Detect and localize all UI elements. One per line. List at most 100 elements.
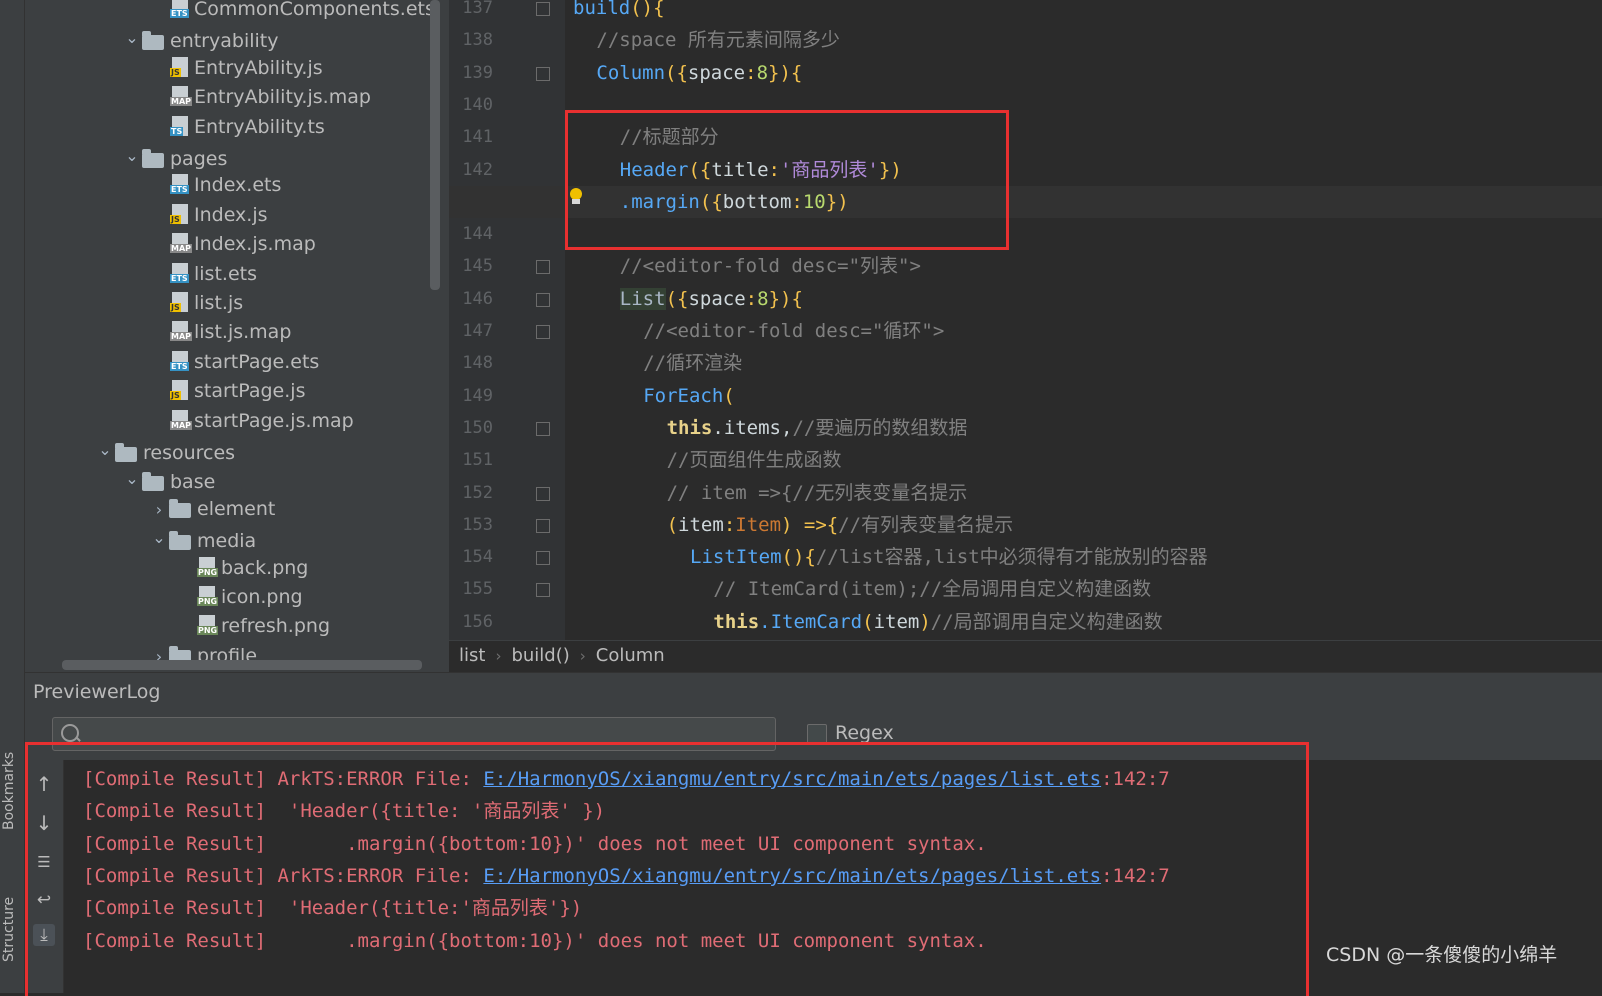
tree-horizontal-scrollbar[interactable]: [62, 660, 422, 670]
code-token: }){: [768, 287, 803, 310]
tree-folder[interactable]: ⌄ resources: [95, 435, 235, 465]
code-token: item: [873, 610, 920, 633]
tree-file[interactable]: JS Index.js: [149, 200, 268, 230]
tree-folder[interactable]: ⌄ base: [122, 464, 215, 494]
file-type-tag: ETS: [170, 9, 189, 18]
chevron-down-icon[interactable]: ⌄: [95, 435, 115, 465]
code-line[interactable]: // item =>{//无列表变量名提示: [449, 477, 1602, 509]
file-type-tag: PNG: [197, 567, 219, 577]
chevron-right-icon[interactable]: ›: [149, 495, 169, 525]
code-token: Column: [596, 61, 666, 84]
tree-file[interactable]: JS EntryAbility.js: [149, 53, 323, 83]
file-type-tag: MAP: [170, 420, 193, 430]
breadcrumb-item-component[interactable]: Column: [596, 641, 665, 671]
folder-icon: [142, 31, 164, 51]
tree-file[interactable]: JS list.js: [149, 288, 243, 318]
breadcrumb-item-file[interactable]: list: [459, 641, 485, 671]
code-line[interactable]: //<editor-fold desc="循环">: [449, 315, 1602, 347]
tree-file[interactable]: MAP EntryAbility.js.map: [149, 82, 371, 112]
code-token: :: [745, 287, 758, 310]
code-line[interactable]: ListItem(){//list容器,list中必须得有才能放别的容器: [449, 541, 1602, 573]
tree-file[interactable]: ETS list.ets: [149, 259, 257, 289]
code-token: item: [678, 513, 724, 536]
file-js-icon: JS: [170, 203, 188, 224]
folder-icon: [169, 531, 191, 551]
code-line[interactable]: build(){: [449, 0, 1602, 24]
chevron-down-icon[interactable]: ⌄: [122, 23, 142, 53]
file-ets-icon: ETS: [170, 174, 189, 195]
file-map-icon: MAP: [170, 409, 193, 430]
code-token: (){: [630, 0, 665, 19]
tree-folder[interactable]: ⌄ media: [149, 523, 256, 553]
tree-file[interactable]: PNG icon.png: [176, 582, 303, 612]
structure-tab[interactable]: Structure: [1, 872, 23, 962]
tree-file[interactable]: MAP list.js.map: [149, 317, 291, 347]
tree-file[interactable]: ETS CommonComponents.ets: [149, 0, 435, 24]
code-token: //space 所有元素间隔多少: [596, 29, 840, 52]
code-token: ) =>{: [781, 513, 839, 536]
breadcrumb-item-function[interactable]: build(): [511, 641, 569, 671]
code-line[interactable]: //<editor-fold desc="列表">: [449, 250, 1602, 282]
tree-file[interactable]: MAP startPage.js.map: [149, 406, 354, 436]
code-line[interactable]: this.ItemCard(item)//局部调用自定义构建函数: [449, 606, 1602, 638]
folder-icon: [142, 472, 164, 492]
tree-folder[interactable]: ⌄ pages: [122, 141, 227, 171]
code-editor[interactable]: 1371381391401411421431441451461471481491…: [449, 0, 1602, 640]
code-token: (: [666, 513, 679, 536]
tree-file[interactable]: PNG refresh.png: [176, 611, 330, 641]
chevron-down-icon[interactable]: ⌄: [122, 141, 142, 171]
code-line[interactable]: //循环渲染: [449, 347, 1602, 379]
code-token: (){: [781, 546, 816, 569]
code-token: //页面组件生成函数: [666, 449, 842, 472]
tree-file[interactable]: PNG back.png: [176, 553, 308, 583]
file-ts-icon: TS: [170, 115, 188, 136]
file-js-icon: JS: [170, 292, 188, 312]
file-map-icon: MAP: [170, 321, 193, 342]
code-line[interactable]: //页面组件生成函数: [449, 444, 1602, 476]
code-line[interactable]: (item:Item) =>{//有列表变量名提示: [449, 509, 1602, 541]
search-icon: [61, 724, 79, 742]
regex-checkbox[interactable]: [807, 724, 827, 744]
file-type-tag: PNG: [197, 597, 219, 606]
file-ets-icon: ETS: [170, 0, 189, 18]
tree-file[interactable]: ETS Index.ets: [149, 170, 281, 200]
tree-item-label: EntryAbility.js: [194, 56, 323, 79]
tree-item-label: list.js: [194, 292, 244, 314]
code-token: //list容器,list中必须得有才能放别的容器: [815, 546, 1208, 569]
file-type-tag: ETS: [170, 361, 189, 371]
file-type-tag: MAP: [170, 244, 193, 254]
tree-file[interactable]: MAP Index.js.map: [149, 229, 316, 259]
tree-folder[interactable]: › element: [149, 494, 276, 525]
file-ets-icon: ETS: [170, 262, 189, 283]
chevron-down-icon[interactable]: ⌄: [122, 464, 142, 494]
code-line[interactable]: //space 所有元素间隔多少: [449, 24, 1602, 56]
tree-item-label: element: [197, 497, 276, 520]
watermark-text: CSDN @一条傻傻的小绵羊: [1326, 944, 1558, 966]
tree-folder[interactable]: ⌄ entryability: [122, 23, 278, 53]
code-token: :: [723, 513, 736, 536]
file-map-icon: MAP: [170, 233, 193, 254]
folder-icon: [142, 149, 164, 168]
code-line[interactable]: ForEach(: [449, 380, 1602, 412]
chevron-down-icon[interactable]: ⌄: [149, 523, 169, 553]
code-line[interactable]: this.items,//要遍历的数组数据: [449, 412, 1602, 444]
tree-vertical-scrollbar[interactable]: [430, 0, 440, 290]
bookmarks-tab[interactable]: Bookmarks: [1, 730, 23, 830]
code-token: Item: [735, 513, 782, 536]
tree-file[interactable]: ETS startPage.ets: [149, 347, 319, 377]
code-token: //局部调用自定义构建函数: [930, 610, 1163, 633]
code-line[interactable]: // ItemCard(item);//全局调用自定义构建函数: [449, 573, 1602, 605]
highlight-box-log: [25, 742, 1309, 996]
code-line[interactable]: Column({space:8}){: [449, 57, 1602, 89]
tree-file[interactable]: TS EntryAbility.ts: [149, 112, 325, 142]
file-png-icon: PNG: [197, 556, 219, 577]
tree-file[interactable]: JS startPage.js: [149, 376, 305, 406]
code-token: (: [862, 610, 874, 633]
code-token: space: [687, 61, 746, 84]
file-png-icon: PNG: [197, 615, 219, 636]
code-token: ForEach: [643, 384, 724, 407]
code-line[interactable]: List({space:8}){: [449, 283, 1602, 315]
tree-item-label: startPage.ets: [194, 350, 320, 373]
file-type-tag: ETS: [170, 273, 189, 283]
left-tool-strip: Bookmarks Structure: [0, 0, 25, 993]
